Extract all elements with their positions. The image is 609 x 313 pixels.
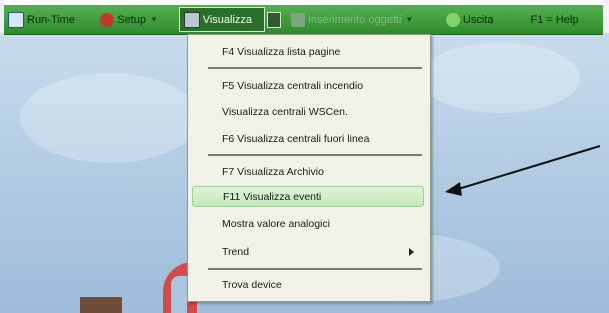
menu-item-label: Visualizza centrali WSCen. xyxy=(222,105,348,118)
menu-item-label: F4 Visualizza lista pagine xyxy=(222,45,341,58)
view-icon xyxy=(183,11,200,28)
inserimento-caret-icon: ▼ xyxy=(405,15,414,24)
toolbar-help[interactable]: F1 = Help xyxy=(526,8,603,31)
toolbar-visualizza[interactable]: Visualizza xyxy=(178,7,266,32)
menu-item-centrali-incendio[interactable]: F5 Visualizza centrali incendio xyxy=(192,75,424,96)
menu-item-trova-device[interactable]: Trova device xyxy=(192,274,424,295)
toolbar-setup-label: Setup xyxy=(117,13,146,26)
menu-item-archivio[interactable]: F7 Visualizza Archivio xyxy=(192,161,424,182)
menu-item-label: F7 Visualizza Archivio xyxy=(222,165,324,178)
menu-item-centrali-fuori-linea[interactable]: F6 Visualizza centrali fuori linea xyxy=(192,128,424,149)
toolbar-run-time[interactable]: Run-Time xyxy=(4,8,96,31)
menu-item-label: F5 Visualizza centrali incendio xyxy=(222,79,364,92)
setup-caret-icon: ▼ xyxy=(149,15,158,24)
menu-item-label: Trova device xyxy=(222,278,282,291)
toolbar-run-time-label: Run-Time xyxy=(27,13,75,26)
menu-separator xyxy=(208,67,422,69)
insert-objects-icon xyxy=(290,12,305,27)
menu-item-trend[interactable]: Trend xyxy=(192,241,424,262)
toolbar-uscita[interactable]: Uscita xyxy=(442,8,517,31)
setup-icon xyxy=(100,12,115,27)
toolbar-inserimento-label: Inserimento oggetti xyxy=(307,13,402,26)
main-toolbar: Run-Time Setup ▼ Visualizza Inserimento … xyxy=(4,5,603,35)
toolbar-inserimento-oggetti[interactable]: Inserimento oggetti ▼ xyxy=(287,8,432,31)
toolbar-help-label: F1 = Help xyxy=(530,13,579,26)
toolbar-uscita-label: Uscita xyxy=(462,13,494,26)
computer-icon xyxy=(8,11,24,28)
exit-icon xyxy=(445,12,460,27)
menu-item-eventi[interactable]: F11 Visualizza eventi xyxy=(192,186,424,207)
menu-item-lista-pagine[interactable]: F4 Visualizza lista pagine xyxy=(192,41,424,62)
menu-item-centrali-wscen[interactable]: Visualizza centrali WSCen. xyxy=(192,101,424,122)
menu-item-valore-analogici[interactable]: Mostra valore analogici xyxy=(192,213,424,234)
menu-separator xyxy=(208,154,422,156)
menu-item-label: Trend xyxy=(222,245,250,258)
toolbar-setup[interactable]: Setup ▼ xyxy=(96,8,175,31)
submenu-arrow-icon xyxy=(409,248,414,256)
menu-item-label: F6 Visualizza centrali fuori linea xyxy=(222,132,370,145)
visualizza-dropdown-toggle[interactable] xyxy=(267,11,281,28)
building-silhouette xyxy=(80,297,122,313)
menu-item-label: F11 Visualizza eventi xyxy=(223,190,322,203)
visualizza-dropdown-menu: F4 Visualizza lista pagine F5 Visualizza… xyxy=(187,34,431,302)
toolbar-visualizza-label: Visualizza xyxy=(202,13,253,26)
annotation-arrow-icon xyxy=(445,145,601,196)
menu-separator xyxy=(208,268,422,270)
menu-item-label: Mostra valore analogici xyxy=(222,217,330,230)
